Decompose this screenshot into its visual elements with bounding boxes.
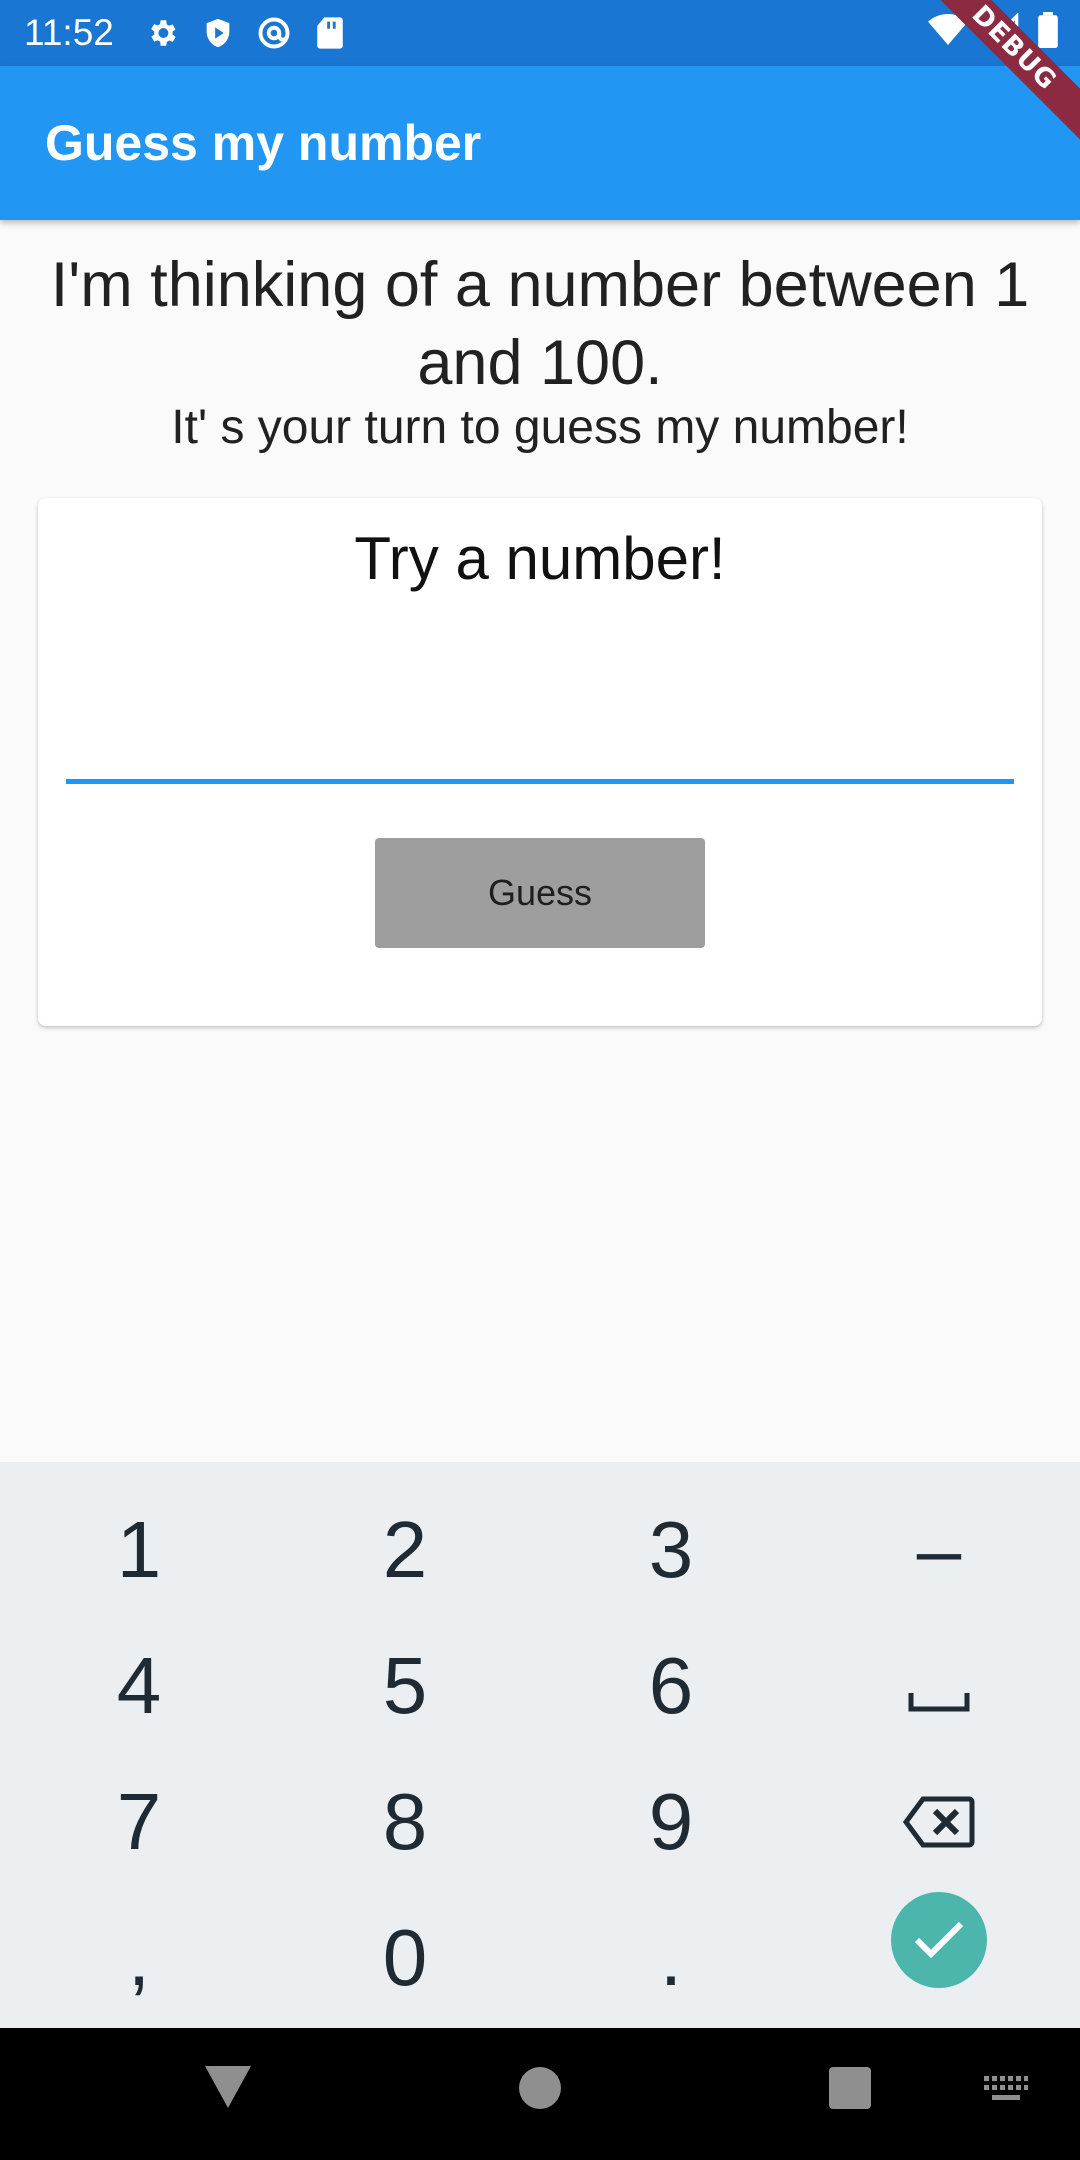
key-0[interactable]: 0 — [270, 1890, 540, 2026]
card-title: Try a number! — [354, 525, 726, 592]
key-backspace[interactable] — [804, 1754, 1074, 1890]
numeric-keyboard: 1 2 3 – 4 5 6 7 8 9 , 0 . — [0, 1462, 1080, 2028]
key-7[interactable]: 7 — [4, 1754, 274, 1890]
key-3[interactable]: 3 — [536, 1482, 806, 1618]
sd-card-icon — [312, 15, 348, 51]
app-title: Guess my number — [45, 115, 482, 171]
status-bar: 11:52 — [0, 0, 1080, 66]
key-9[interactable]: 9 — [536, 1754, 806, 1890]
done-check-icon — [891, 1892, 987, 1988]
guess-card: Try a number! Guess — [38, 498, 1042, 1026]
status-time: 11:52 — [24, 12, 114, 53]
shield-play-icon — [200, 15, 236, 51]
nav-recents[interactable] — [828, 2066, 872, 2115]
key-8[interactable]: 8 — [270, 1754, 540, 1890]
key-4[interactable]: 4 — [4, 1618, 274, 1754]
guess-button[interactable]: Guess — [375, 838, 705, 948]
key-6[interactable]: 6 — [536, 1618, 806, 1754]
key-period[interactable]: . — [536, 1890, 806, 2026]
space-icon — [908, 1640, 970, 1732]
intro-subtitle: It' s your turn to guess my number! — [171, 401, 909, 454]
home-circle-icon — [518, 2066, 562, 2115]
recents-square-icon — [828, 2066, 872, 2115]
nav-keyboard-switch[interactable] — [984, 2076, 1028, 2109]
key-5[interactable]: 5 — [270, 1618, 540, 1754]
battery-icon — [1038, 12, 1058, 53]
key-space[interactable] — [804, 1618, 1074, 1754]
nav-home[interactable] — [518, 2066, 562, 2115]
guess-input[interactable] — [66, 678, 1014, 784]
key-done[interactable] — [804, 1872, 1074, 2008]
app-bar: Guess my number — [0, 66, 1080, 220]
key-2[interactable]: 2 — [270, 1482, 540, 1618]
key-1[interactable]: 1 — [4, 1482, 274, 1618]
nav-back[interactable] — [203, 2064, 253, 2115]
status-icons-left — [144, 15, 348, 51]
back-triangle-icon — [203, 2064, 253, 2115]
backspace-icon — [902, 1776, 975, 1868]
key-comma[interactable]: , — [4, 1890, 274, 2026]
intro-title: I'm thinking of a number between 1 and 1… — [50, 250, 1030, 398]
keyboard-switch-icon — [984, 2076, 1028, 2109]
key-dash[interactable]: – — [804, 1482, 1074, 1618]
gear-icon — [144, 15, 180, 51]
at-sign-icon — [256, 15, 292, 51]
system-nav-bar — [0, 2028, 1080, 2160]
